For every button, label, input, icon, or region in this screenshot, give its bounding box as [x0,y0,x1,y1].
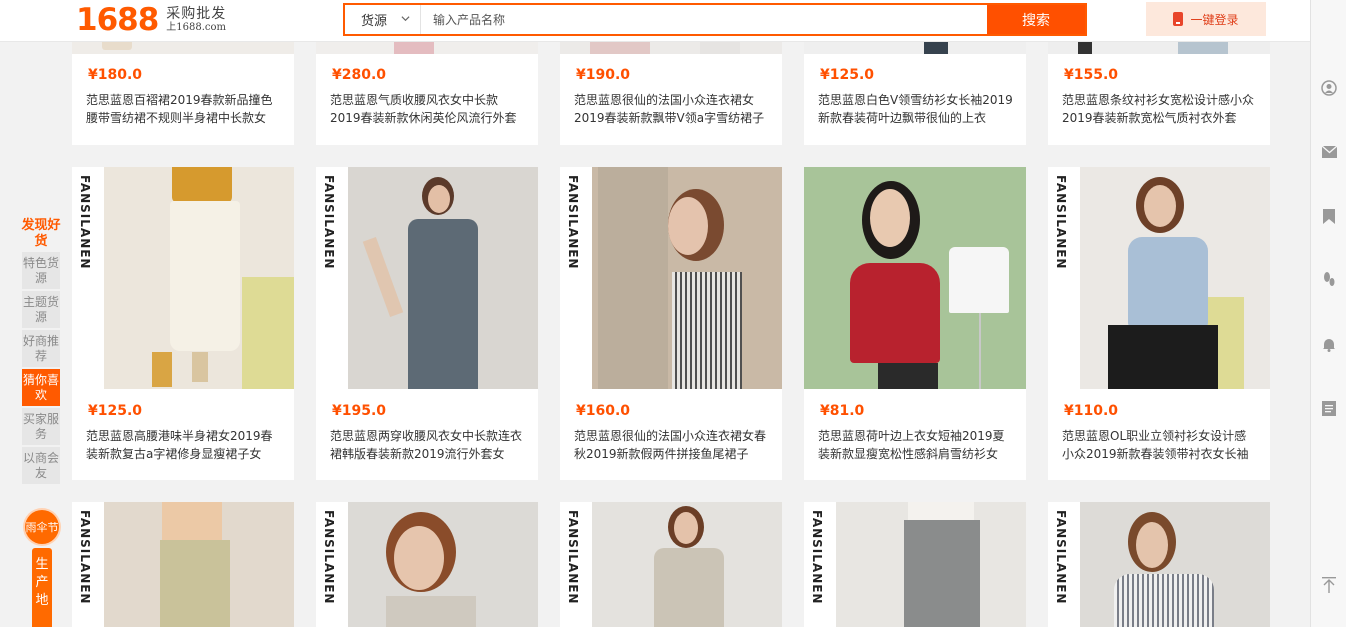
search-bar: 货源 搜索 [343,3,1087,36]
nav-item-featured[interactable]: 特色货源 [22,252,60,289]
product-card[interactable]: FANSILANEN [72,502,294,627]
nav-item-business-friends[interactable]: 以商会友 [22,447,60,484]
product-price: ¥180.0 [88,67,143,83]
product-title[interactable]: 范思蓝恩气质收腰风衣女中长款2019春装新款休闲英伦风流行外套 [330,91,526,127]
product-card[interactable]: FANSILANEN [1048,502,1270,627]
one-click-login-button[interactable]: 一键登录 [1146,2,1266,36]
nav-title: 发现好货 [21,218,61,249]
left-category-nav: 发现好货 特色货源 主题货源 好商推荐 猜你喜欢 买家服务 以商会友 [20,218,62,486]
search-category-select[interactable]: 货源 [345,5,421,34]
product-image[interactable]: FANSILANEN [804,502,1026,627]
product-image[interactable]: FANSILANEN [316,502,538,627]
search-input[interactable] [421,5,987,34]
product-card[interactable]: FANSILANEN [560,502,782,627]
logo-url: 上1688.com [166,22,227,33]
brand-watermark: FANSILANEN [810,510,824,605]
brand-watermark: FANSILANEN [78,510,92,605]
logo-number: 1688 [76,2,159,38]
product-image[interactable] [804,167,1026,389]
product-price: ¥125.0 [88,403,143,419]
product-price: ¥280.0 [332,67,387,83]
product-price: ¥125.0 [820,67,875,83]
product-title[interactable]: 范思蓝恩高腰港味半身裙女2019春装新款复古a字裙修身显瘦裙子女 [86,427,282,463]
logo-slogan: 采购批发 [166,6,227,22]
search-button[interactable]: 搜索 [987,5,1085,34]
promo-circle-badge: 雨伞节 [25,510,59,544]
search-category-label: 货源 [361,14,388,29]
product-title[interactable]: 范思蓝恩两穿收腰风衣女中长款连衣裙韩版春装新款2019流行外套女 [330,427,526,463]
product-title[interactable]: 范思蓝恩很仙的法国小众连衣裙女春秋2019新款假两件拼接鱼尾裙子 [574,427,770,463]
product-image[interactable]: FANSILANEN [72,502,294,627]
product-title[interactable]: 范思蓝恩条纹衬衫女宽松设计感小众2019春装新款宽松气质衬衣外套 [1062,91,1258,127]
login-label: 一键登录 [1190,12,1239,27]
product-card[interactable]: FANSILANEN ¥195.0 范思蓝恩两穿收腰风衣女中长款连衣裙韩版春装新… [316,167,538,480]
product-image[interactable]: FANSILANEN [72,167,294,389]
product-image[interactable]: FANSILANEN [1048,502,1270,627]
product-card[interactable]: FANSILANEN ¥110.0 范思蓝恩OL职业立领衬衫女设计感小众2019… [1048,167,1270,480]
product-card[interactable]: FANSILANEN ¥160.0 范思蓝恩很仙的法国小众连衣裙女春秋2019新… [560,167,782,480]
product-card[interactable]: FANSILANEN ¥125.0 范思蓝恩高腰港味半身裙女2019春装新款复古… [72,167,294,480]
product-image[interactable]: FANSILANEN [560,167,782,389]
product-image[interactable]: FANSILANEN [1048,167,1270,389]
product-title[interactable]: 范思蓝恩很仙的法国小众连衣裙女2019春装新款飘带V领a字雪纺裙子 [574,91,770,127]
brand-watermark: FANSILANEN [1054,175,1068,270]
umbrella-festival-promo[interactable]: 雨伞节 生产地 [25,510,59,627]
nav-item-theme[interactable]: 主题货源 [22,291,60,328]
brand-watermark: FANSILANEN [322,175,336,270]
mail-icon[interactable] [1320,143,1338,161]
product-title[interactable]: 范思蓝恩白色V领雪纺衫女长袖2019新款春装荷叶边飘带很仙的上衣 [818,91,1014,127]
product-image[interactable]: FANSILANEN [316,167,538,389]
brand-watermark: FANSILANEN [78,175,92,270]
phone-icon [1173,12,1184,26]
brand-watermark: FANSILANEN [1054,510,1068,605]
product-card[interactable]: ¥81.0 范思蓝恩荷叶边上衣女短袖2019夏装新款显瘦宽松性感斜肩雪纺衫女 [804,167,1026,480]
nav-item-recommended[interactable]: 好商推荐 [22,330,60,367]
product-price: ¥81.0 [820,403,865,419]
brand-watermark: FANSILANEN [322,510,336,605]
nav-item-buyer-service[interactable]: 买家服务 [22,408,60,445]
product-price: ¥195.0 [332,403,387,419]
back-to-top-icon[interactable] [1320,576,1338,594]
product-title[interactable]: 范思蓝恩荷叶边上衣女短袖2019夏装新款显瘦宽松性感斜肩雪纺衫女 [818,427,1014,463]
product-card[interactable]: FANSILANEN [316,502,538,627]
bell-icon[interactable] [1320,335,1338,353]
brand-watermark: FANSILANEN [566,510,580,605]
product-price: ¥160.0 [576,403,631,419]
promo-origin-bar: 生产地 [32,548,52,627]
site-logo[interactable]: 1688 采购批发 上1688.com [76,2,226,38]
product-image[interactable]: FANSILANEN [560,502,782,627]
nav-item-guess-you-like[interactable]: 猜你喜欢 [22,369,60,406]
brand-watermark: FANSILANEN [566,175,580,270]
product-price: ¥155.0 [1064,67,1119,83]
user-icon[interactable] [1320,79,1338,97]
footprint-icon[interactable] [1320,270,1338,288]
bookmark-icon[interactable] [1320,207,1338,225]
product-price: ¥110.0 [1064,403,1119,419]
top-header: 1688 采购批发 上1688.com 货源 搜索 一键登录 [0,0,1310,42]
product-title[interactable]: 范思蓝恩百褶裙2019春款新品撞色腰带雪纺裙不规则半身裙中长款女 [86,91,282,127]
notes-icon[interactable] [1320,399,1338,417]
product-title[interactable]: 范思蓝恩OL职业立领衬衫女设计感小众2019新款春装领带衬衣女长袖 [1062,427,1258,463]
product-price: ¥190.0 [576,67,631,83]
chevron-down-icon [401,16,410,22]
product-card[interactable]: FANSILANEN [804,502,1026,627]
right-toolbar [1310,0,1346,627]
